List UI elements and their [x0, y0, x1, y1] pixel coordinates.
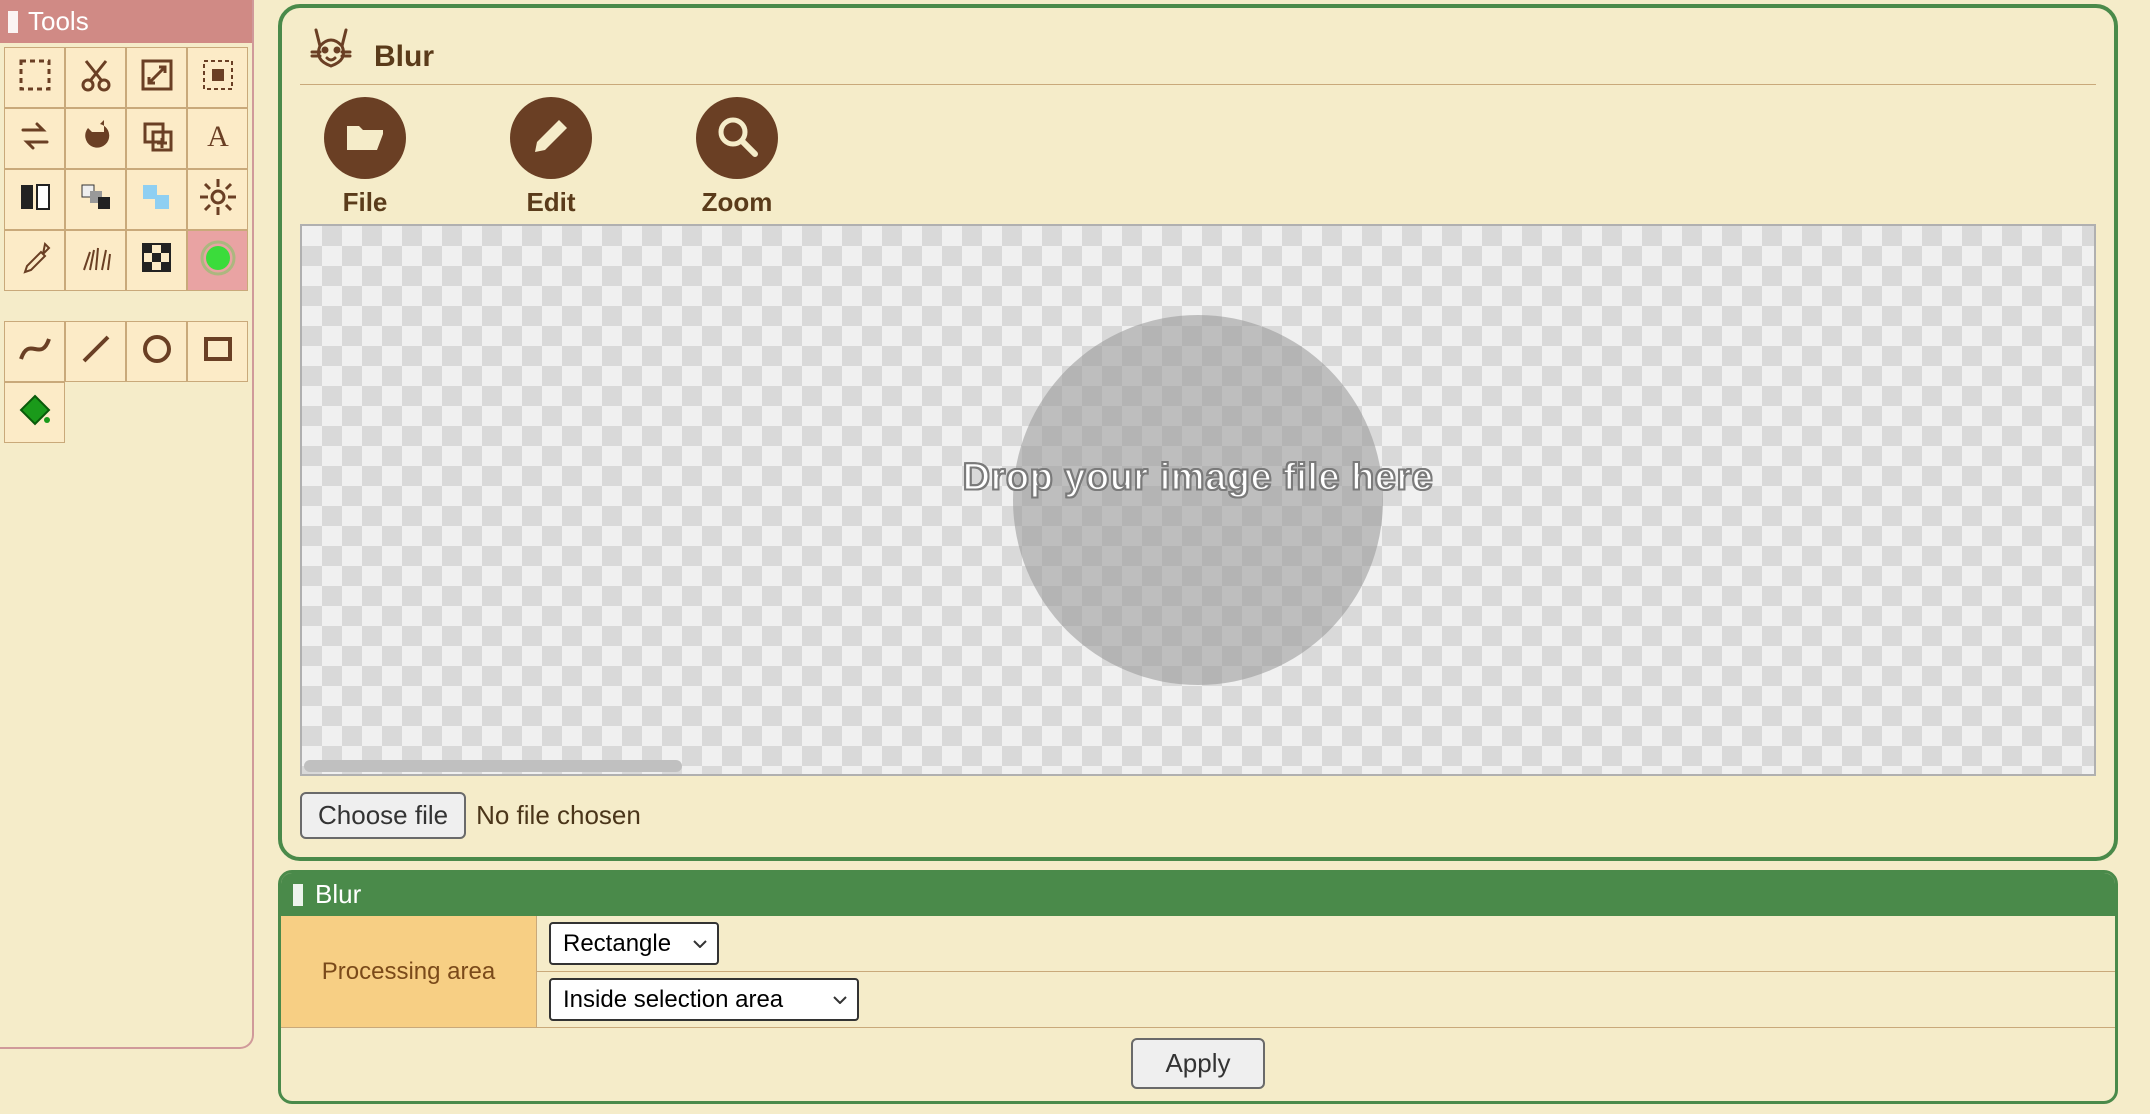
settings-panel: Blur Processing area Rectangle Inside se…: [278, 870, 2118, 1104]
edit-action[interactable]: Edit: [510, 97, 592, 218]
magnifier-icon: [715, 114, 759, 163]
circle-tool[interactable]: [126, 321, 187, 382]
rect-tool[interactable]: [187, 321, 248, 382]
eyedropper-tool[interactable]: [4, 230, 65, 291]
tools-panel-title: Tools: [28, 6, 89, 37]
zoom-action[interactable]: Zoom: [696, 97, 778, 218]
clone-icon: [137, 177, 177, 222]
circle-icon: [137, 329, 177, 374]
zoom-action-label: Zoom: [702, 187, 773, 218]
bucket-tool[interactable]: [4, 382, 65, 443]
canvas-drop-area[interactable]: Drop your image file here: [300, 224, 2096, 776]
contrast-tool[interactable]: [4, 169, 65, 230]
edit-action-label: Edit: [526, 187, 575, 218]
panel-handle-icon: [293, 884, 303, 906]
processing-area-label: Processing area: [281, 916, 537, 1027]
text-tool[interactable]: A: [187, 108, 248, 169]
main-panel: Blur File Edit Zoom Drop your image file…: [278, 4, 2118, 861]
page-title-row: Blur: [300, 14, 2096, 85]
clone-tool[interactable]: [126, 169, 187, 230]
pencil-icon: [529, 114, 573, 163]
rect-icon: [198, 329, 238, 374]
marquee-icon: [198, 55, 238, 100]
levels-icon: [76, 177, 116, 222]
horizontal-scrollbar[interactable]: [304, 760, 682, 772]
shape-select[interactable]: Rectangle: [549, 922, 719, 965]
file-action-label: File: [343, 187, 388, 218]
svg-text:A: A: [207, 120, 229, 153]
cut-icon: [76, 55, 116, 100]
copy-tool[interactable]: [126, 108, 187, 169]
select-rect-icon: [15, 55, 55, 100]
redo-tool[interactable]: [65, 108, 126, 169]
settings-panel-title: Blur: [315, 879, 361, 910]
tools-panel-header: Tools: [0, 0, 252, 43]
bucket-icon: [15, 390, 55, 435]
copy-icon: [137, 116, 177, 161]
drop-circle-icon: [1013, 315, 1383, 685]
curve-icon: [15, 329, 55, 374]
brightness-tool[interactable]: [187, 169, 248, 230]
levels-tool[interactable]: [65, 169, 126, 230]
swap-icon: [15, 116, 55, 161]
tools-panel: Tools A: [0, 0, 254, 1049]
line-icon: [76, 329, 116, 374]
resize-tool[interactable]: [126, 47, 187, 108]
redo-icon: [76, 116, 116, 161]
burst-tool[interactable]: [65, 230, 126, 291]
blur-icon: [198, 238, 238, 283]
swap-tool[interactable]: [4, 108, 65, 169]
resize-icon: [137, 55, 177, 100]
page-title: Blur: [374, 40, 434, 74]
apply-button[interactable]: Apply: [1131, 1038, 1264, 1089]
burst-icon: [76, 238, 116, 283]
cut-tool[interactable]: [65, 47, 126, 108]
cat-logo-icon: [304, 20, 358, 74]
select-rect-tool[interactable]: [4, 47, 65, 108]
choose-file-button[interactable]: Choose file: [300, 792, 466, 839]
file-input-row: Choose file No file chosen: [300, 776, 2096, 843]
folder-open-icon: [343, 114, 387, 163]
no-file-label: No file chosen: [476, 800, 641, 831]
checker-icon: [137, 238, 177, 283]
tool-grid: A: [0, 43, 252, 447]
brightness-icon: [198, 177, 238, 222]
checker-tool[interactable]: [126, 230, 187, 291]
area-select[interactable]: Inside selection area: [549, 978, 859, 1021]
line-tool[interactable]: [65, 321, 126, 382]
eyedropper-icon: [15, 238, 55, 283]
panel-handle-icon: [8, 11, 18, 33]
settings-panel-header: Blur: [281, 873, 2115, 916]
top-actions: File Edit Zoom: [300, 85, 2096, 224]
text-icon: A: [198, 116, 238, 161]
drop-text: Drop your image file here: [963, 457, 1434, 500]
marquee-tool[interactable]: [187, 47, 248, 108]
contrast-icon: [15, 177, 55, 222]
file-action[interactable]: File: [324, 97, 406, 218]
curve-tool[interactable]: [4, 321, 65, 382]
blur-tool[interactable]: [187, 230, 248, 291]
